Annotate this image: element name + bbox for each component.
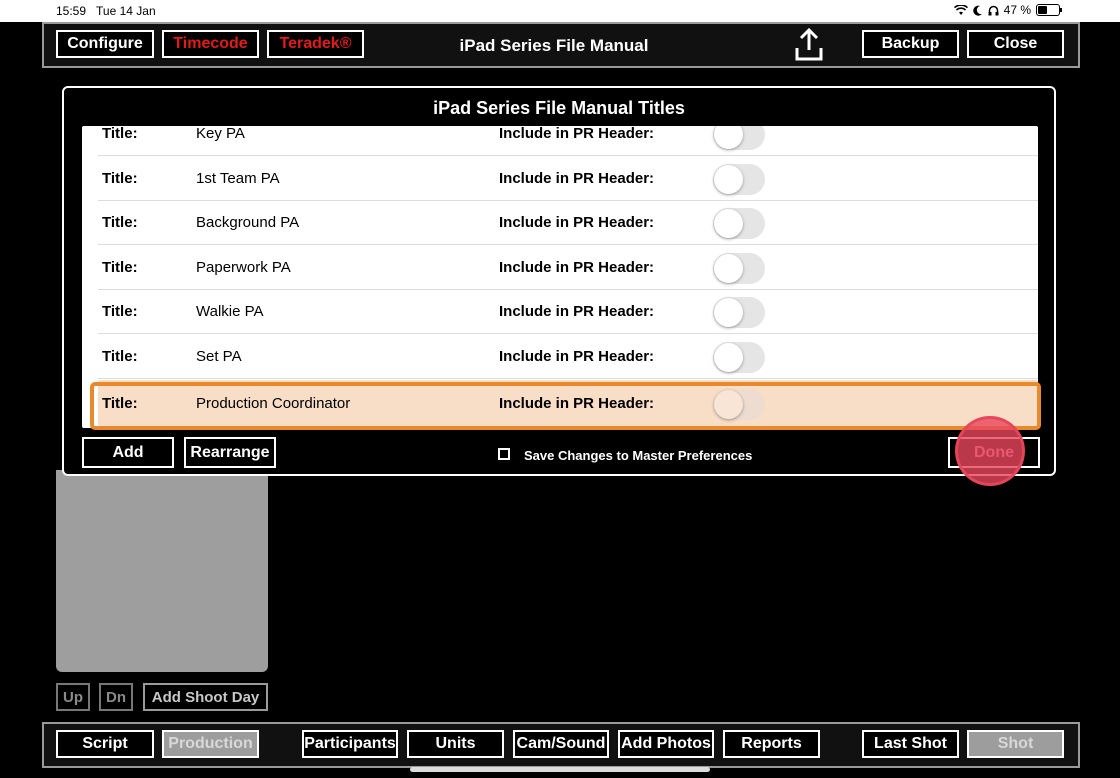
units-button[interactable]: Units (407, 730, 504, 758)
include-label: Include in PR Header: (499, 348, 655, 365)
titles-dialog: iPad Series File Manual Titles Title: Ke… (62, 86, 1056, 476)
include-label: Include in PR Header: (499, 214, 655, 231)
save-master-checkbox[interactable] (498, 448, 510, 460)
status-right: 47 % (953, 3, 1062, 17)
script-button[interactable]: Script (56, 730, 154, 758)
title-value[interactable]: Walkie PA (196, 303, 264, 320)
title-value[interactable]: Set PA (196, 348, 242, 365)
title-value[interactable]: Paperwork PA (196, 259, 291, 276)
production-button[interactable]: Production (162, 730, 259, 758)
include-toggle[interactable] (713, 342, 765, 373)
include-toggle[interactable] (713, 126, 765, 150)
include-toggle[interactable] (713, 389, 765, 420)
title-value[interactable]: Background PA (196, 214, 299, 231)
include-toggle[interactable] (713, 297, 765, 328)
list-item[interactable]: Title: Walkie PA Include in PR Header: (98, 290, 1038, 334)
configure-button[interactable]: Configure (56, 30, 154, 58)
shoot-day-list (56, 470, 268, 672)
title-label: Title: (102, 395, 138, 412)
share-upload-icon[interactable] (794, 28, 824, 62)
title-label: Title: (102, 303, 138, 320)
reports-button[interactable]: Reports (723, 730, 820, 758)
list-item[interactable]: Title: Background PA Include in PR Heade… (98, 201, 1038, 245)
titles-list[interactable]: Title: Key PA Include in PR Header: Titl… (82, 126, 1038, 428)
done-button[interactable]: Done (948, 437, 1040, 468)
dialog-title: iPad Series File Manual Titles (433, 98, 685, 118)
battery-icon (1036, 4, 1062, 16)
up-button[interactable]: Up (56, 683, 90, 711)
list-item[interactable]: Title: Set PA Include in PR Header: (98, 335, 1038, 379)
add-shoot-day-button[interactable]: Add Shoot Day (143, 683, 268, 711)
rearrange-button[interactable]: Rearrange (184, 437, 276, 468)
include-label: Include in PR Header: (499, 395, 655, 412)
add-photos-button[interactable]: Add Photos (618, 730, 714, 758)
title-label: Title: (102, 259, 138, 276)
down-button[interactable]: Dn (99, 683, 133, 711)
status-bar: 15:59 Tue 14 Jan 47 % (0, 0, 1120, 22)
title-label: Title: (102, 214, 138, 231)
shot-button[interactable]: Shot (967, 730, 1064, 758)
title-label: Title: (102, 126, 138, 142)
backup-button[interactable]: Backup (862, 30, 959, 58)
include-label: Include in PR Header: (499, 170, 655, 187)
status-time: 15:59 Tue 14 Jan (56, 4, 156, 18)
headphones-icon (988, 5, 999, 15)
title-value[interactable]: Key PA (196, 126, 245, 142)
timecode-button[interactable]: Timecode (162, 30, 259, 58)
wifi-icon (953, 4, 968, 15)
participants-button[interactable]: Participants (302, 730, 398, 758)
save-master-label: Save Changes to Master Preferences (524, 448, 753, 463)
list-item-selected[interactable]: Title: Production Coordinator Include in… (98, 380, 1038, 428)
include-toggle[interactable] (713, 253, 765, 284)
include-toggle[interactable] (713, 208, 765, 239)
list-item[interactable]: Title: 1st Team PA Include in PR Header: (98, 157, 1038, 201)
include-label: Include in PR Header: (499, 259, 655, 276)
last-shot-button[interactable]: Last Shot (862, 730, 959, 758)
include-label: Include in PR Header: (499, 303, 655, 320)
list-item[interactable]: Title: Key PA Include in PR Header: (98, 126, 1038, 156)
close-button[interactable]: Close (967, 30, 1064, 58)
app-title: iPad Series File Manual (459, 36, 649, 55)
cam-sound-button[interactable]: Cam/Sound (513, 730, 609, 758)
title-value[interactable]: 1st Team PA (196, 170, 280, 187)
include-toggle[interactable] (713, 164, 765, 195)
battery-percent: 47 % (1003, 3, 1031, 17)
home-indicator[interactable] (410, 767, 710, 772)
top-toolbar: Configure Timecode Teradek® iPad Series … (42, 22, 1080, 68)
title-label: Title: (102, 348, 138, 365)
title-value[interactable]: Production Coordinator (196, 395, 350, 412)
include-label: Include in PR Header: (499, 126, 655, 142)
moon-icon (972, 5, 982, 16)
list-item[interactable]: Title: Paperwork PA Include in PR Header… (98, 246, 1038, 290)
add-button[interactable]: Add (82, 437, 174, 468)
title-label: Title: (102, 170, 138, 187)
bottom-toolbar: Script Production Participants Units Cam… (42, 722, 1080, 768)
